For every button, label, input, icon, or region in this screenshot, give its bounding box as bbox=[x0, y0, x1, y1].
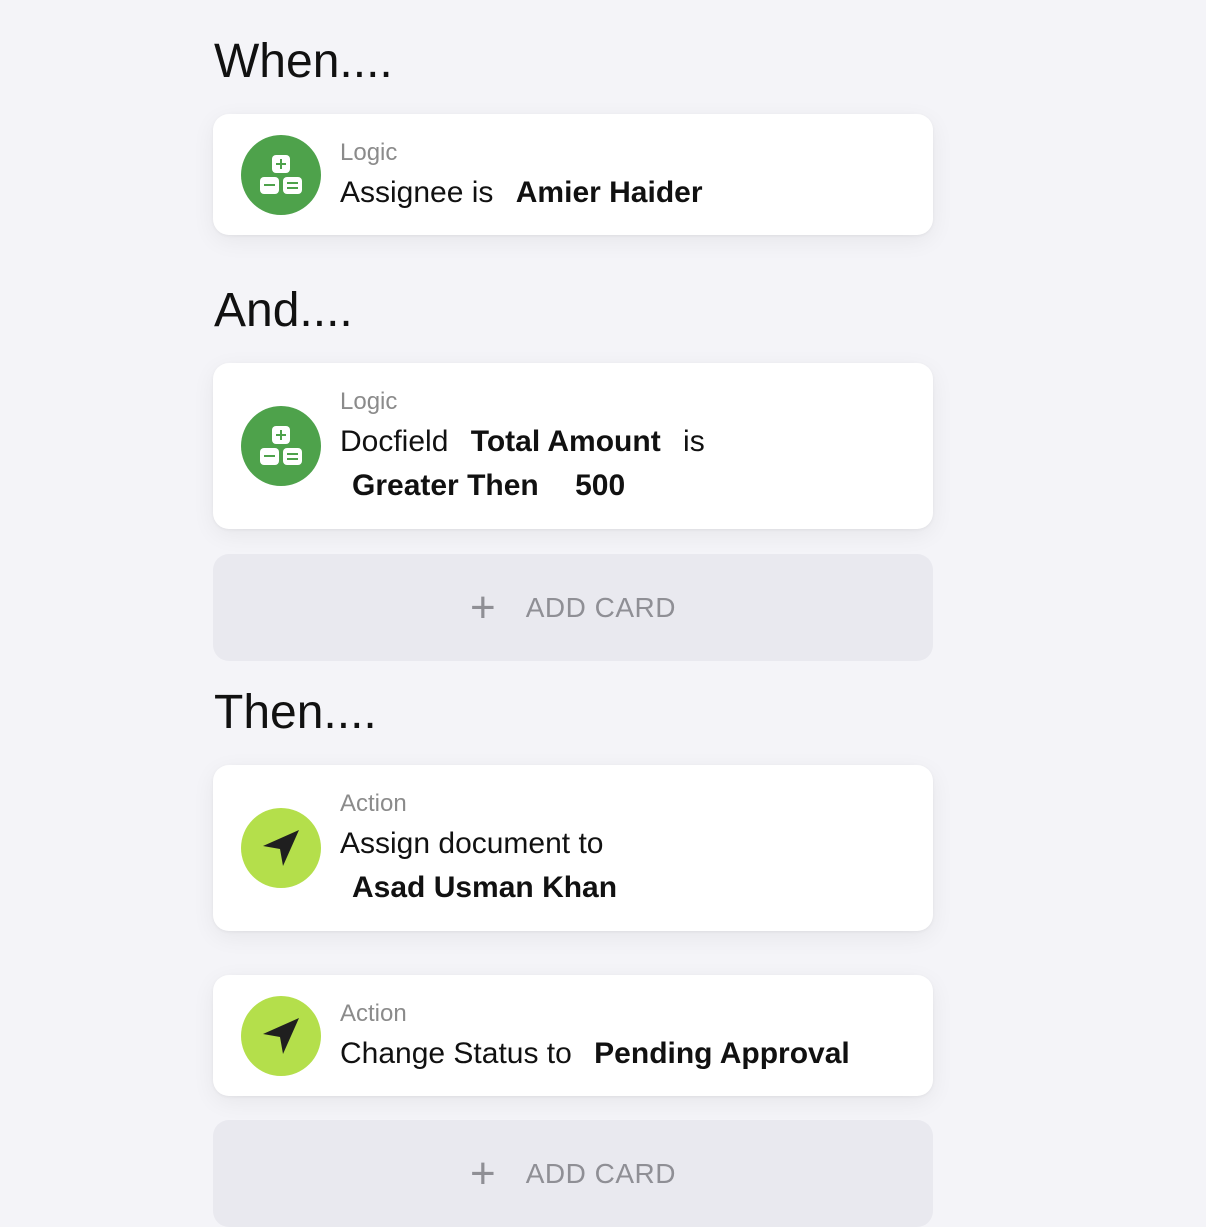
condition-text-is: is bbox=[683, 425, 705, 458]
card-kind-label: Logic bbox=[340, 388, 398, 415]
operator-value[interactable]: Greater Then bbox=[352, 469, 539, 502]
card-kind-label: Logic bbox=[340, 139, 398, 166]
logic-card-docfield[interactable]: Logic Docfield Total Amount is Greater T… bbox=[213, 363, 933, 529]
plus-icon: + bbox=[470, 1149, 496, 1198]
assignee-value[interactable]: Amier Haider bbox=[516, 176, 703, 209]
action-card-status[interactable]: Action Change Status to Pending Approval bbox=[213, 975, 933, 1096]
add-card-label: ADD CARD bbox=[525, 591, 676, 623]
and-heading: And.... bbox=[214, 284, 353, 337]
navigation-arrow-icon bbox=[241, 808, 321, 888]
action-text: Change Status to bbox=[340, 1037, 572, 1070]
card-kind-label: Action bbox=[340, 790, 407, 817]
card-kind-label: Action bbox=[340, 1000, 407, 1027]
action-card-assign[interactable]: Action Assign document to Asad Usman Kha… bbox=[213, 765, 933, 931]
status-value[interactable]: Pending Approval bbox=[594, 1037, 850, 1070]
add-card-label: ADD CARD bbox=[525, 1158, 676, 1189]
plus-icon: + bbox=[470, 582, 496, 632]
condition-text: Assignee is bbox=[340, 176, 494, 209]
logic-icon bbox=[241, 406, 321, 486]
logic-card-assignee[interactable]: Logic Assignee is Amier Haider bbox=[213, 114, 933, 235]
when-heading: When.... bbox=[214, 35, 393, 88]
add-card-button[interactable]: + ADD CARD bbox=[213, 554, 933, 661]
add-card-button[interactable]: + ADD CARD bbox=[213, 1120, 933, 1227]
logic-icon bbox=[241, 135, 321, 215]
condition-text: Docfield bbox=[340, 425, 449, 458]
then-heading: Then.... bbox=[214, 686, 377, 739]
action-text: Assign document to bbox=[340, 827, 604, 860]
assign-to-value[interactable]: Asad Usman Khan bbox=[352, 871, 617, 904]
navigation-arrow-icon bbox=[241, 996, 321, 1076]
docfield-value[interactable]: Total Amount bbox=[471, 425, 661, 458]
amount-value[interactable]: 500 bbox=[575, 469, 625, 502]
